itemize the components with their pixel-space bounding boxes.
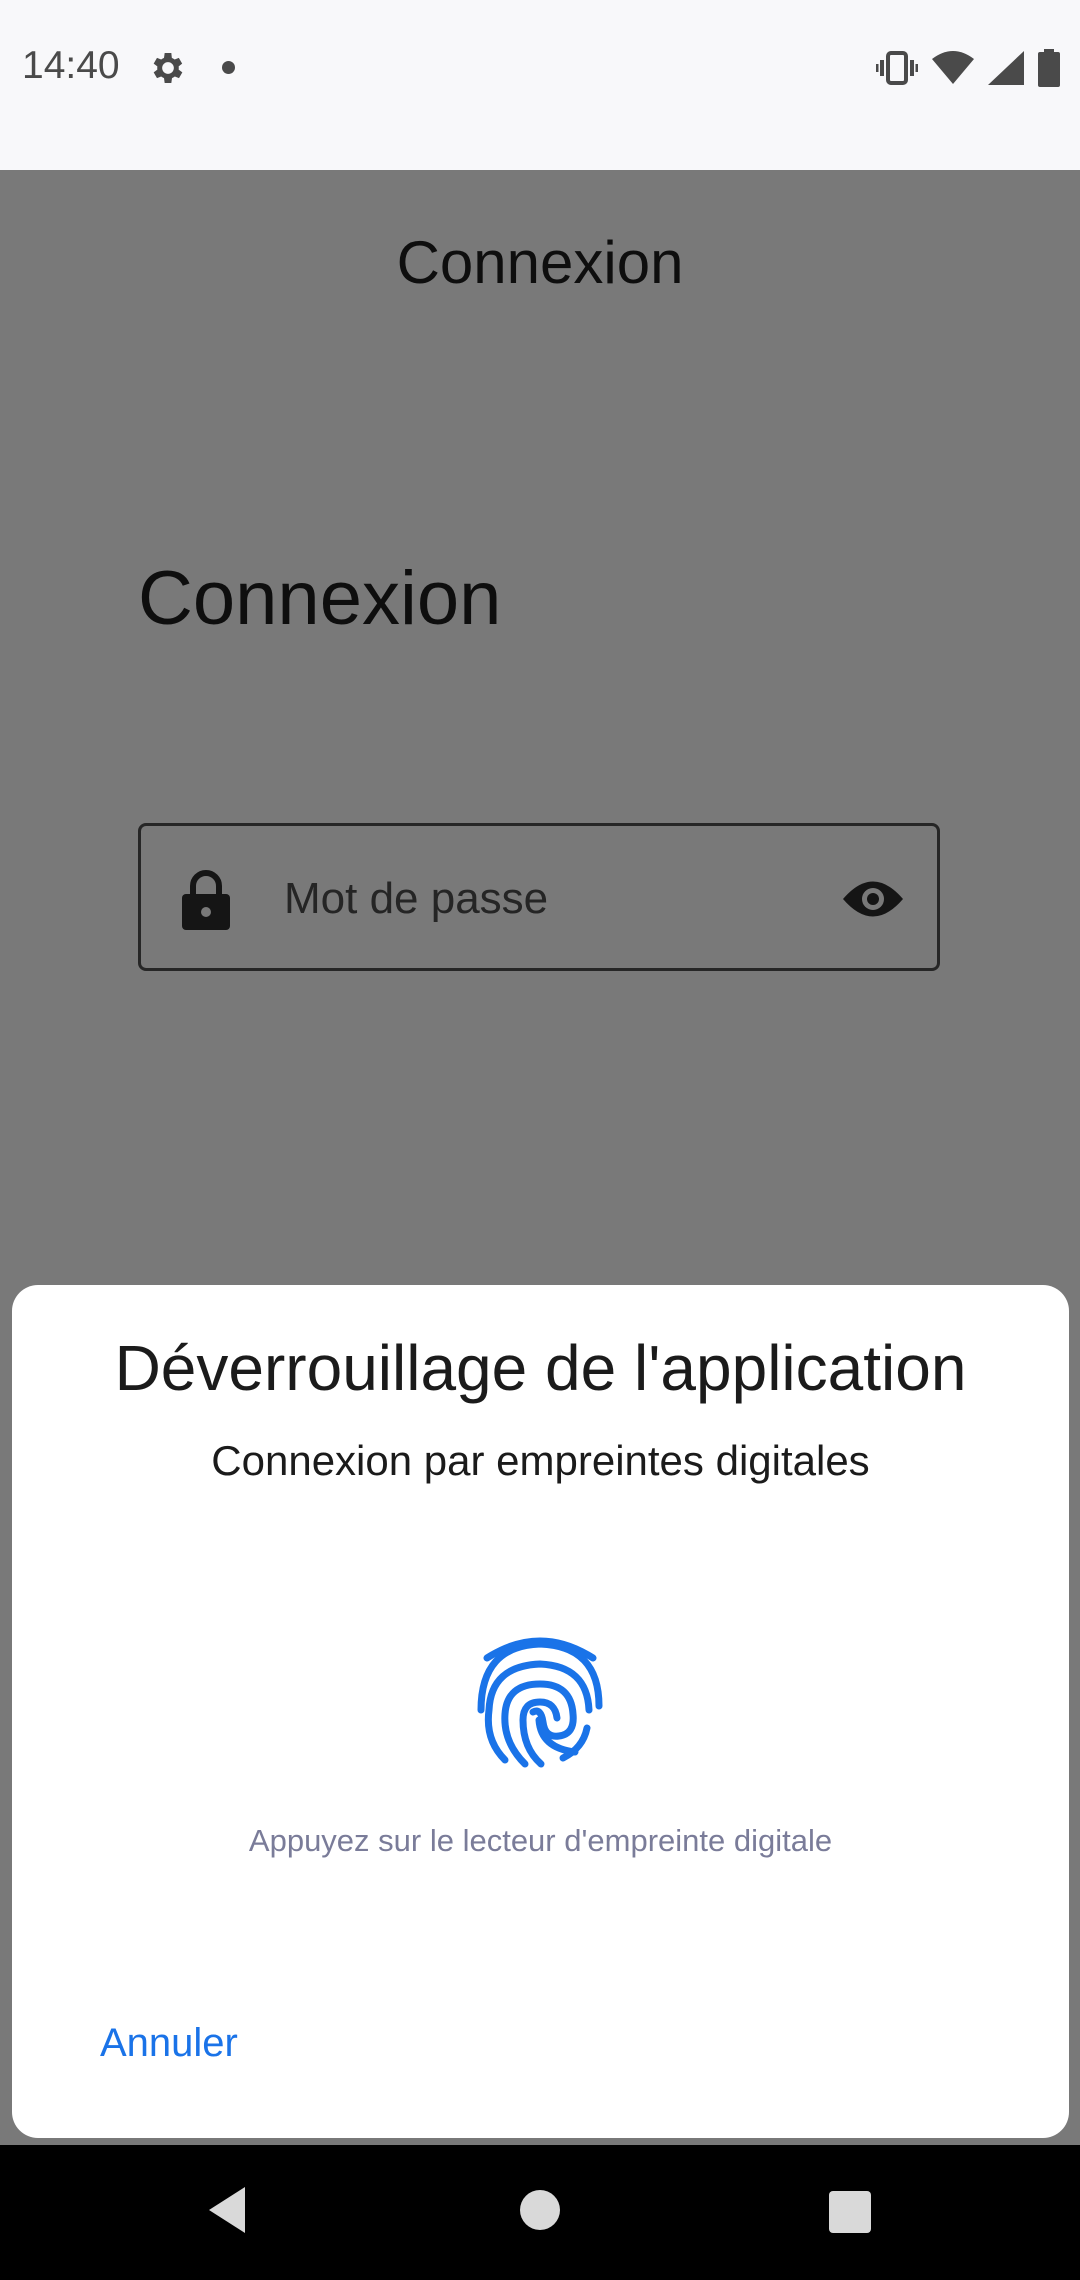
fingerprint-icon [477, 1637, 603, 1768]
prompt-subtitle: Connexion par empreintes digitales [211, 1437, 870, 1484]
recents-icon[interactable] [829, 2191, 871, 2233]
gear-icon [153, 53, 183, 83]
back-icon[interactable] [205, 2185, 249, 2235]
status-time: 14:40 [22, 44, 120, 87]
status-icons [876, 48, 1060, 88]
vibrate-icon [876, 51, 918, 85]
battery-icon [1038, 49, 1060, 87]
cancel-button[interactable]: Annuler [86, 2011, 252, 2076]
notification-dot [222, 61, 235, 74]
biometric-prompt: Déverrouillage de l'application Connexio… [12, 1285, 1069, 2138]
home-icon[interactable] [520, 2190, 560, 2230]
navigation-bar [0, 2145, 1080, 2280]
prompt-title: Déverrouillage de l'application [114, 1332, 967, 1404]
signal-icon [988, 51, 1024, 85]
status-bar: 14:40 [0, 0, 1080, 170]
prompt-hint: Appuyez sur le lecteur d'empreinte digit… [248, 1823, 833, 1858]
wifi-icon [932, 51, 974, 84]
